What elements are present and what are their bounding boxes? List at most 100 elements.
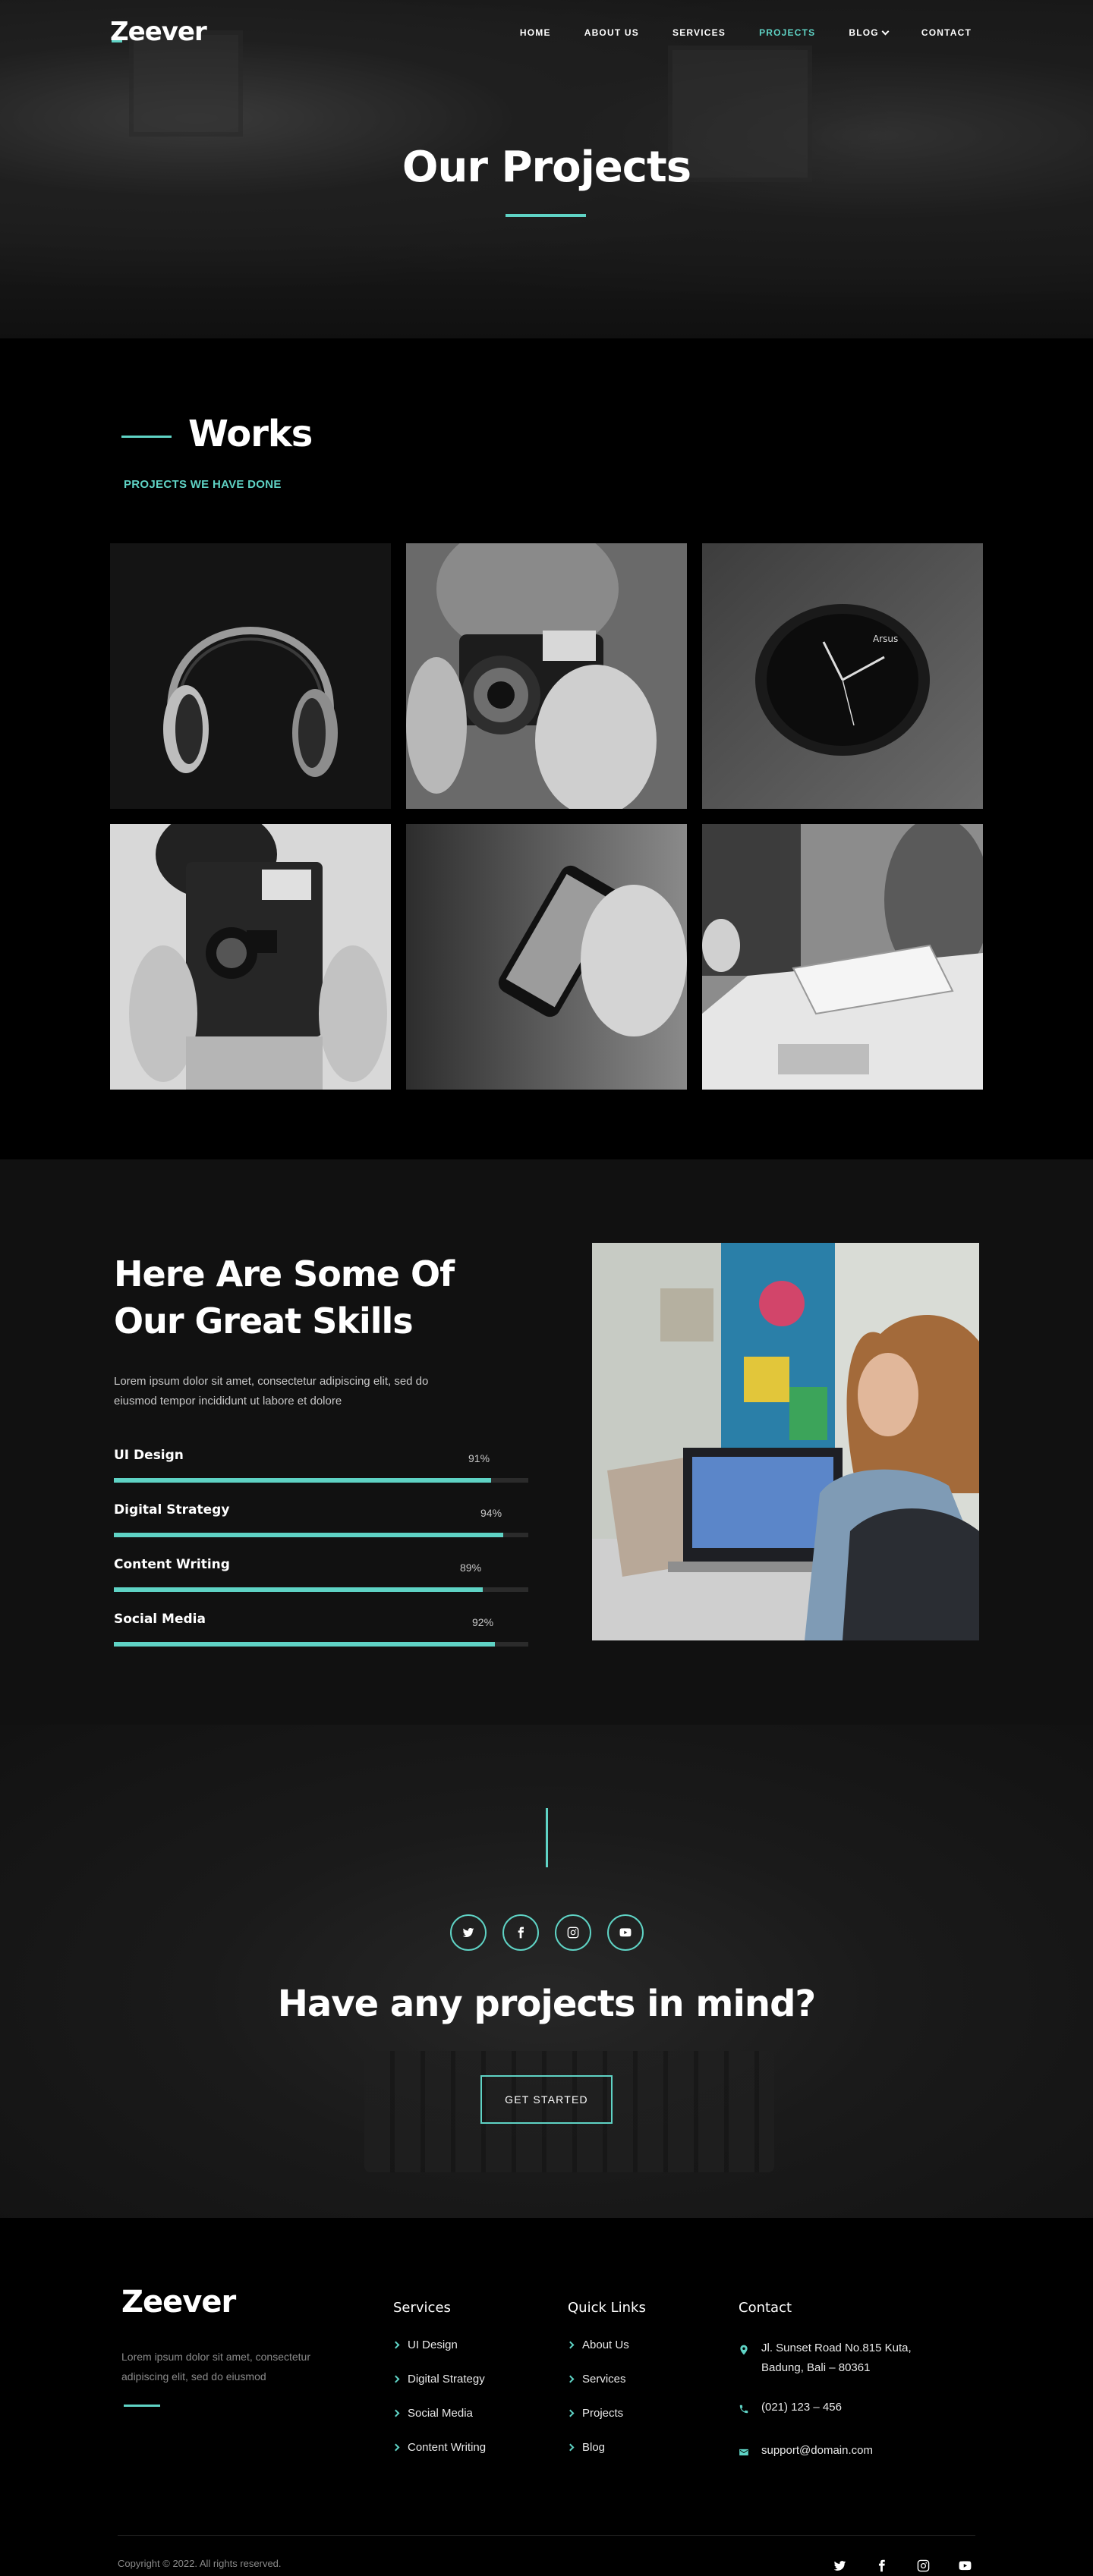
facebook-icon[interactable]	[875, 2559, 888, 2576]
skills-photo	[592, 1243, 979, 1640]
nav-item-label: BLOG	[849, 27, 879, 38]
contact-email-text: support@domain.com	[761, 2444, 873, 2457]
footer-services: Services UI Design Digital Strategy Soci…	[392, 2300, 486, 2475]
nav-item-about-us[interactable]: ABOUT US	[584, 27, 639, 38]
footer-description: Lorem ipsum dolor sit amet, consectetur …	[121, 2351, 310, 2383]
youtube-icon[interactable]	[606, 1914, 644, 1951]
facebook-icon[interactable]	[502, 1914, 539, 1951]
footer-link-label: Digital Strategy	[408, 2373, 485, 2386]
footer-link-label: About Us	[582, 2339, 629, 2351]
nav-item-label: ABOUT US	[584, 27, 639, 38]
project-tile-watch[interactable]: Arsus	[702, 543, 983, 809]
svg-text:Arsus: Arsus	[873, 634, 898, 644]
contact-phone-text: (021) 123 – 456	[761, 2401, 842, 2414]
smartphone-image	[406, 824, 687, 1090]
skill-progress-fill	[114, 1478, 491, 1483]
works-subtitle: PROJECTS WE HAVE DONE	[124, 478, 282, 491]
camera-image	[406, 543, 687, 809]
skill-name: UI Design	[114, 1448, 184, 1463]
nav-item-label: PROJECTS	[759, 27, 816, 38]
hero-section: Zeever HOME ABOUT US SERVICES PROJECTS B…	[0, 0, 1093, 338]
nav-item-label: CONTACT	[921, 27, 972, 38]
twitter-icon[interactable]	[833, 2559, 846, 2576]
chevron-right-icon	[392, 2443, 400, 2452]
footer-logo[interactable]: Zeever	[121, 2285, 236, 2320]
footer-link[interactable]: Digital Strategy	[392, 2373, 486, 2407]
footer-divider	[118, 2535, 975, 2536]
nav-item-projects[interactable]: PROJECTS	[759, 27, 815, 38]
skill-progress-track	[114, 1642, 528, 1647]
footer-quick-links: Quick Links About Us Services Projects B…	[566, 2300, 646, 2475]
skill-percent: 92%	[472, 1616, 494, 1628]
footer-link[interactable]: Content Writing	[392, 2441, 486, 2475]
footer-link[interactable]: UI Design	[392, 2339, 486, 2373]
chevron-right-icon	[566, 2443, 575, 2452]
footer-social-links	[833, 2559, 972, 2576]
footer-link-label: Social Media	[408, 2407, 473, 2420]
footer-services-title: Services	[393, 2300, 451, 2316]
project-grid: Arsus	[110, 543, 983, 1090]
skill-social-media: Social Media 92%	[114, 1612, 528, 1647]
footer-link[interactable]: Services	[566, 2373, 646, 2407]
works-section: Works PROJECTS WE HAVE DONE Arsus	[0, 338, 1093, 1159]
skills-description: Lorem ipsum dolor sit amet, consectetur …	[114, 1375, 429, 1408]
skills-section: Here Are Some Of Our Great Skills Lorem i…	[0, 1159, 1093, 1725]
watch-image: Arsus	[702, 543, 983, 809]
footer-link-label: Projects	[582, 2407, 624, 2420]
nav-item-label: SERVICES	[672, 27, 726, 38]
footer-link[interactable]: Blog	[566, 2441, 646, 2475]
project-tile-headphones[interactable]	[110, 543, 391, 809]
project-tile-notebook[interactable]	[702, 824, 983, 1090]
nav-item-blog[interactable]: BLOG	[849, 27, 890, 38]
mail-icon	[739, 2441, 751, 2464]
skill-percent: 94%	[480, 1507, 502, 1519]
skill-digital-strategy: Digital Strategy 94%	[114, 1502, 528, 1537]
skill-ui-design: UI Design 91%	[114, 1448, 528, 1483]
cta-divider-line	[546, 1808, 548, 1867]
chevron-right-icon	[566, 2341, 575, 2349]
instagram-icon[interactable]	[554, 1914, 591, 1951]
footer-accent-line	[124, 2405, 160, 2407]
nav-item-home[interactable]: HOME	[520, 27, 551, 38]
youtube-icon[interactable]	[959, 2559, 972, 2576]
nav-menu: HOME ABOUT US SERVICES PROJECTS BLOG CON…	[520, 27, 972, 38]
skill-progress-fill	[114, 1587, 483, 1592]
main-nav: Zeever HOME ABOUT US SERVICES PROJECTS B…	[0, 0, 1093, 67]
project-tile-smartphone[interactable]	[406, 824, 687, 1090]
nav-item-label: HOME	[519, 27, 551, 38]
nav-item-contact[interactable]: CONTACT	[921, 27, 972, 38]
instagram-icon[interactable]	[917, 2559, 930, 2576]
skill-progress-track	[114, 1478, 528, 1483]
project-tile-camera[interactable]	[406, 543, 687, 809]
logo-accent	[112, 40, 122, 42]
contact-phone[interactable]: (021) 123 – 456	[739, 2398, 951, 2421]
chevron-right-icon	[392, 2375, 400, 2383]
site-footer: Zeever Lorem ipsum dolor sit amet, conse…	[0, 2218, 1093, 2576]
skills-title: Here Are Some Of Our Great Skills	[114, 1250, 509, 1345]
skill-progress-track	[114, 1587, 528, 1592]
logo[interactable]: Zeever	[110, 17, 207, 47]
cta-section: Have any projects in mind? GET STARTED	[0, 1725, 1093, 2218]
chevron-right-icon	[392, 2341, 400, 2349]
phone-icon	[739, 2398, 751, 2421]
chevron-right-icon	[392, 2409, 400, 2417]
project-tile-instant-camera[interactable]	[110, 824, 391, 1090]
footer-link[interactable]: Projects	[566, 2407, 646, 2441]
nav-item-services[interactable]: SERVICES	[672, 27, 726, 38]
skill-content-writing: Content Writing 89%	[114, 1557, 528, 1592]
footer-link-label: Services	[582, 2373, 626, 2386]
footer-contact: Contact Jl. Sunset Road No.815 Kuta, Bad…	[739, 2300, 951, 2484]
footer-link[interactable]: About Us	[566, 2339, 646, 2373]
logo-text: Zeever	[110, 17, 207, 47]
section-line	[121, 436, 172, 438]
contact-address: Jl. Sunset Road No.815 Kuta, Badung, Bal…	[739, 2339, 951, 2378]
skills-title-line1: Here Are Some Of	[114, 1253, 455, 1294]
cta-social-links	[0, 1914, 1093, 1951]
footer-link[interactable]: Social Media	[392, 2407, 486, 2441]
footer-link-label: Blog	[582, 2441, 606, 2454]
chevron-right-icon	[566, 2375, 575, 2383]
twitter-icon[interactable]	[449, 1914, 487, 1951]
get-started-button[interactable]: GET STARTED	[480, 2075, 613, 2124]
contact-email[interactable]: support@domain.com	[739, 2441, 951, 2464]
works-title: Works	[188, 413, 313, 455]
